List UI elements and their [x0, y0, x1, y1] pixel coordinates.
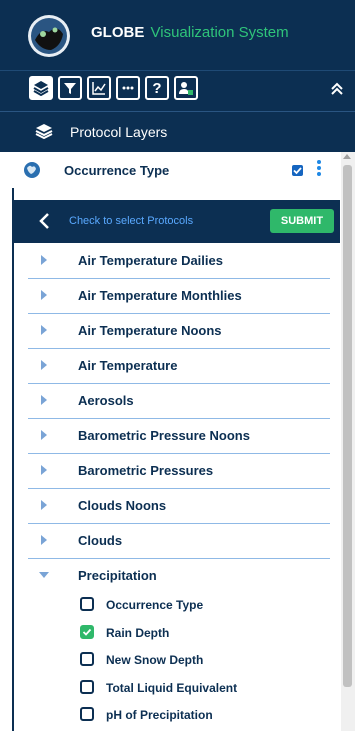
- app-header: GLOBE Visualization System: [0, 0, 355, 70]
- protocol-row[interactable]: Air Temperature Monthlies: [28, 279, 330, 314]
- occurrence-layer-row[interactable]: Occurrence Type: [12, 152, 340, 188]
- protocol-row[interactable]: Clouds: [28, 524, 330, 559]
- checkbox[interactable]: [80, 707, 94, 721]
- check-icon: [82, 628, 92, 636]
- layer-options-kebab-icon[interactable]: [317, 160, 323, 178]
- precipitation-option-label: Rain Depth: [106, 625, 170, 640]
- layers-icon: [33, 81, 49, 96]
- app-title-accent: Visualization System: [150, 24, 289, 41]
- more-icon: [122, 86, 134, 90]
- filter-button[interactable]: [58, 76, 82, 100]
- caret-right-icon[interactable]: [41, 325, 47, 335]
- layers-icon: [35, 124, 53, 139]
- protocol-row[interactable]: Air Temperature Dailies: [28, 244, 330, 279]
- submit-button[interactable]: SUBMIT: [270, 209, 334, 233]
- protocol-layers-title: Protocol Layers: [70, 124, 168, 140]
- caret-right-icon[interactable]: [41, 395, 47, 405]
- protocol-row[interactable]: Barometric Pressures: [28, 454, 330, 489]
- protocol-layers-header: Protocol Layers: [0, 111, 355, 152]
- select-protocols-hint: Check to select Protocols: [69, 215, 194, 227]
- app-title: GLOBE Visualization System: [91, 24, 289, 41]
- chart-icon: [92, 82, 106, 95]
- protocol-label: Clouds Noons: [78, 498, 167, 513]
- protocol-row[interactable]: Air Temperature Noons: [28, 314, 330, 349]
- occurrence-layer-checkbox[interactable]: [292, 165, 303, 176]
- caret-right-icon[interactable]: [41, 290, 47, 300]
- caret-down-icon[interactable]: [39, 572, 49, 578]
- protocol-label: Barometric Pressure Noons: [78, 428, 250, 443]
- check-icon: [293, 167, 302, 175]
- protocol-label: Air Temperature Dailies: [78, 253, 223, 268]
- occurrence-layer-title: Occurrence Type: [64, 163, 170, 178]
- toolbar: ?: [0, 70, 355, 111]
- select-protocols-bar: Check to select Protocols SUBMIT: [12, 200, 340, 243]
- caret-right-icon[interactable]: [41, 500, 47, 510]
- globe-icon: [24, 162, 40, 178]
- caret-right-icon[interactable]: [41, 465, 47, 475]
- globe-logo-icon: [28, 15, 70, 57]
- layers-button[interactable]: [29, 76, 53, 100]
- protocol-row[interactable]: Barometric Pressure Noons: [28, 419, 330, 454]
- precipitation-option-label: Occurrence Type: [106, 598, 204, 612]
- precipitation-option-label: Total Liquid Equivalent: [106, 680, 238, 695]
- double-chevron-up-icon[interactable]: [327, 79, 347, 99]
- protocol-label: Barometric Pressures: [78, 463, 214, 478]
- scroll-up-arrow-icon[interactable]: [343, 154, 351, 159]
- checkbox[interactable]: [80, 679, 94, 694]
- caret-right-icon[interactable]: [41, 535, 47, 545]
- app-title-main: GLOBE: [91, 24, 145, 41]
- protocol-label: Precipitation: [78, 568, 157, 583]
- precipitation-option-label: New Snow Depth: [106, 653, 204, 667]
- help-icon: ?: [152, 79, 162, 97]
- protocol-row[interactable]: Precipitation: [28, 559, 330, 593]
- protocol-label: Air Temperature Noons: [78, 323, 222, 338]
- scrollbar-thumb[interactable]: [343, 165, 352, 687]
- protocol-label: Air Temperature Monthlies: [78, 288, 242, 303]
- protocol-label: Aerosols: [78, 393, 134, 408]
- filter-icon: [64, 83, 76, 94]
- protocol-row[interactable]: Air Temperature: [28, 349, 330, 384]
- protocol-label: Air Temperature: [78, 358, 178, 373]
- chevron-left-icon[interactable]: [38, 212, 50, 230]
- protocol-row[interactable]: Clouds Noons: [28, 489, 330, 524]
- protocol-row[interactable]: Aerosols: [28, 384, 330, 419]
- caret-right-icon[interactable]: [41, 255, 47, 265]
- caret-right-icon[interactable]: [41, 360, 47, 370]
- chart-button[interactable]: [87, 76, 111, 100]
- checkbox[interactable]: [80, 652, 94, 666]
- caret-right-icon[interactable]: [41, 430, 47, 440]
- user-lock-icon: [179, 82, 193, 95]
- protocol-label: Clouds: [78, 533, 123, 548]
- more-button[interactable]: [116, 76, 140, 100]
- checkbox-checked[interactable]: [80, 624, 94, 639]
- precipitation-option-label: pH of Precipitation: [106, 708, 213, 722]
- user-lock-button[interactable]: [174, 76, 198, 100]
- help-button[interactable]: ?: [145, 76, 169, 100]
- checkbox[interactable]: [80, 597, 94, 611]
